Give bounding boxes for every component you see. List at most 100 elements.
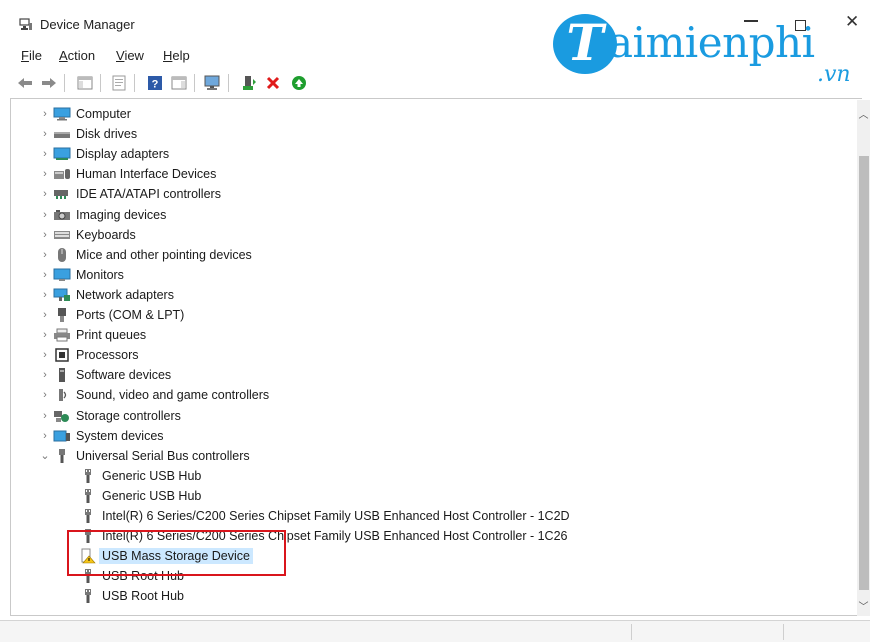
usb-plug-icon <box>79 528 97 544</box>
tree-category-print-queues[interactable]: › Print queues <box>37 325 146 345</box>
tree-category-network-adapters[interactable]: › Network adapters <box>37 285 174 305</box>
scroll-up-icon[interactable]: ︿ <box>857 106 870 121</box>
tree-category-universal-serial-bus-controllers[interactable]: ⌄ Universal Serial Bus controllers <box>37 446 250 466</box>
tree-category-label: Universal Serial Bus controllers <box>76 448 250 463</box>
display-adapter-icon <box>53 146 71 162</box>
menu-action[interactable]: Action <box>59 48 95 63</box>
enable-device-icon[interactable] <box>290 74 308 92</box>
tree-category-label: Monitors <box>76 267 124 282</box>
tree-category-display-adapters[interactable]: › Display adapters <box>37 144 169 164</box>
menu-help[interactable]: Help <box>163 48 190 63</box>
tree-category-label: Computer <box>76 107 131 121</box>
tree-device-label: Generic USB Hub <box>102 468 202 483</box>
chevron-right-icon[interactable]: › <box>37 349 53 361</box>
scroll-down-icon[interactable]: ﹀ <box>857 598 870 613</box>
chevron-right-icon[interactable]: › <box>37 108 53 120</box>
scroll-thumb[interactable] <box>859 156 869 590</box>
tree-category-computer[interactable]: › Computer <box>37 104 131 124</box>
status-divider <box>783 624 784 640</box>
scan-hardware-changes-icon[interactable] <box>204 74 222 92</box>
chevron-right-icon[interactable]: › <box>37 188 53 200</box>
svg-text:?: ? <box>152 79 159 91</box>
chevron-right-icon[interactable]: › <box>37 128 53 140</box>
tree-category-software-devices[interactable]: › Software devices <box>37 365 171 385</box>
update-driver-icon[interactable] <box>240 74 258 92</box>
tree-category-storage-controllers[interactable]: › Storage controllers <box>37 406 181 426</box>
tree-category-label: Processors <box>76 348 139 363</box>
tree-category-imaging-devices[interactable]: › Imaging devices <box>37 205 166 225</box>
chevron-right-icon[interactable]: › <box>37 309 53 321</box>
software-device-icon <box>53 367 71 383</box>
tree-category-monitors[interactable]: › Monitors <box>37 265 124 285</box>
tree-device-item[interactable]: Intel(R) 6 Series/C200 Series Chipset Fa… <box>79 506 570 526</box>
tree-category-sound-video-and-game-controllers[interactable]: › Sound, video and game controllers <box>37 385 269 405</box>
tree-category-mice-and-other-pointing-devices[interactable]: › Mice and other pointing devices <box>37 245 252 265</box>
chevron-right-icon[interactable]: › <box>37 249 53 261</box>
chevron-right-icon[interactable]: › <box>37 289 53 301</box>
tree-category-label: Print queues <box>76 328 147 343</box>
tree-device-label: Intel(R) 6 Series/C200 Series Chipset Fa… <box>102 529 568 544</box>
tree-category-processors[interactable]: › Processors <box>37 345 139 365</box>
imaging-device-icon <box>53 207 71 223</box>
tree-device-usb-mass-storage-selected[interactable]: USB Mass Storage Device <box>79 546 253 566</box>
chevron-right-icon[interactable]: › <box>37 410 53 422</box>
minimize-button[interactable] <box>744 20 758 22</box>
menu-file[interactable]: File <box>21 48 42 63</box>
usb-plug-icon <box>79 568 97 584</box>
tree-category-keyboards[interactable]: › Keyboards <box>37 225 136 245</box>
chevron-right-icon[interactable]: › <box>37 229 53 241</box>
usb-plug-icon <box>79 468 97 484</box>
help-icon[interactable]: ? <box>146 74 164 92</box>
tree-device-label: USB Root Hub <box>102 589 184 604</box>
forward-arrow-icon[interactable] <box>40 74 58 92</box>
tree-device-label: USB Mass Storage Device <box>99 548 253 565</box>
chevron-right-icon[interactable]: › <box>37 209 53 221</box>
chevron-right-icon[interactable]: › <box>37 168 53 180</box>
chevron-right-icon[interactable]: › <box>37 389 53 401</box>
tree-device-item[interactable]: USB Root Hub <box>79 566 184 586</box>
mouse-icon <box>53 247 71 263</box>
title-bar: Device Manager ✕ <box>0 0 870 42</box>
chevron-right-icon[interactable]: › <box>37 430 53 442</box>
tree-category-disk-drives[interactable]: › Disk drives <box>37 124 137 144</box>
tree-device-label: Generic USB Hub <box>102 488 202 503</box>
tree-device-item[interactable]: Intel(R) 6 Series/C200 Series Chipset Fa… <box>79 526 567 546</box>
show-hide-console-tree-icon[interactable] <box>76 74 94 92</box>
vertical-scrollbar[interactable]: ︿ ﹀ <box>857 100 870 616</box>
chevron-down-icon[interactable]: ⌄ <box>37 449 53 462</box>
monitor-icon <box>53 267 71 283</box>
tree-device-item[interactable]: Generic USB Hub <box>79 466 201 486</box>
port-icon <box>53 307 71 323</box>
chevron-right-icon[interactable]: › <box>37 329 53 341</box>
properties-icon[interactable] <box>110 74 128 92</box>
window-title: Device Manager <box>40 17 135 32</box>
toolbar-separator <box>100 74 101 92</box>
menu-view[interactable]: View <box>116 48 144 63</box>
ide-controller-icon <box>53 186 71 202</box>
keyboard-icon <box>53 227 71 243</box>
tree-category-system-devices[interactable]: › System devices <box>37 426 163 446</box>
chevron-right-icon[interactable]: › <box>37 148 53 160</box>
device-tree[interactable]: › Computer › Disk drives › Display adapters › H… <box>10 98 862 616</box>
uninstall-device-icon[interactable] <box>264 74 282 92</box>
tree-category-label: Human Interface Devices <box>76 167 217 182</box>
chevron-right-icon[interactable]: › <box>37 369 53 381</box>
close-button[interactable]: ✕ <box>845 13 859 30</box>
tree-category-label: Disk drives <box>76 127 138 142</box>
usb-storage-warning-icon <box>79 548 97 564</box>
tree-category-ide-ata-atapi-controllers[interactable]: › IDE ATA/ATAPI controllers <box>37 184 221 204</box>
action-pane-icon[interactable] <box>170 74 188 92</box>
device-manager-icon <box>19 18 32 30</box>
back-arrow-icon[interactable] <box>16 74 34 92</box>
chevron-right-icon[interactable]: › <box>37 269 53 281</box>
tree-category-human-interface-devices[interactable]: › Human Interface Devices <box>37 164 216 184</box>
menu-bar: File Action View Help <box>0 44 600 66</box>
tree-category-label: Storage controllers <box>76 408 181 423</box>
tree-device-item[interactable]: Generic USB Hub <box>79 486 201 506</box>
hid-icon <box>53 166 71 182</box>
maximize-button[interactable] <box>795 20 806 31</box>
tree-device-item[interactable]: USB Root Hub <box>79 586 184 606</box>
tree-category-ports-com-lpt[interactable]: › Ports (COM & LPT) <box>37 305 184 325</box>
tree-category-label: Imaging devices <box>76 207 167 222</box>
printer-icon <box>53 327 71 343</box>
